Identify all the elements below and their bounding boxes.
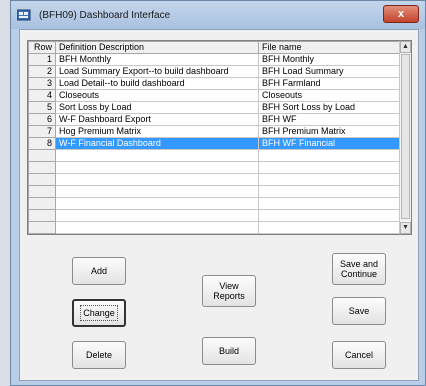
description-cell[interactable]: Load Summary Export--to build dashboard [55, 65, 259, 78]
column-header-row[interactable]: Row [28, 41, 56, 54]
table-row-selected[interactable]: 8 W-F Financial Dashboard BFH WF Financi… [28, 137, 400, 150]
row-number [28, 209, 56, 222]
description-cell[interactable]: W-F Dashboard Export [55, 113, 259, 126]
description-cell[interactable] [55, 197, 259, 210]
row-number: 6 [28, 113, 56, 126]
row-number: 7 [28, 125, 56, 138]
table-row[interactable]: 3 Load Detail--to build dashboard BFH Fa… [28, 77, 400, 90]
empty-table-row[interactable] [28, 173, 400, 186]
close-button[interactable]: x [383, 5, 419, 23]
row-number: 2 [28, 65, 56, 78]
table-row[interactable]: 7 Hog Premium Matrix BFH Premium Matrix [28, 125, 400, 138]
save-and-continue-button[interactable]: Save and Continue [332, 253, 386, 285]
description-cell[interactable]: W-F Financial Dashboard [55, 137, 259, 150]
scroll-down-button[interactable]: ▼ [400, 222, 411, 234]
scroll-up-button[interactable]: ▲ [400, 41, 411, 53]
description-cell[interactable] [55, 221, 259, 234]
scrollbar-thumb[interactable] [401, 54, 410, 219]
column-header-description[interactable]: Definition Description [55, 41, 259, 54]
up-arrow-icon: ▲ [402, 43, 409, 50]
row-number: 4 [28, 89, 56, 102]
file-name-cell[interactable] [258, 149, 400, 162]
vertical-scrollbar[interactable]: ▲ ▼ [399, 41, 411, 234]
row-number [28, 185, 56, 198]
file-name-cell[interactable] [258, 197, 400, 210]
definitions-table: Row Definition Description File name 1 B… [28, 41, 400, 234]
file-name-cell[interactable]: BFH Farmland [258, 77, 400, 90]
file-name-cell[interactable] [258, 161, 400, 174]
table-row[interactable]: 6 W-F Dashboard Export BFH WF [28, 113, 400, 126]
description-cell[interactable]: Hog Premium Matrix [55, 125, 259, 138]
row-number [28, 221, 56, 234]
description-cell[interactable]: BFH Monthly [55, 53, 259, 66]
file-name-cell[interactable] [258, 221, 400, 234]
empty-table-row[interactable] [28, 185, 400, 198]
row-number [28, 161, 56, 174]
save-button[interactable]: Save [332, 297, 386, 325]
description-cell[interactable] [55, 173, 259, 186]
row-number [28, 173, 56, 186]
file-name-cell[interactable] [258, 185, 400, 198]
row-number: 5 [28, 101, 56, 114]
empty-table-row[interactable] [28, 197, 400, 210]
file-name-cell[interactable]: BFH Sort Loss by Load [258, 101, 400, 114]
description-cell[interactable]: Closeouts [55, 89, 259, 102]
definitions-grid[interactable]: Row Definition Description File name 1 B… [27, 40, 412, 235]
build-button[interactable]: Build [202, 337, 256, 365]
description-cell[interactable] [55, 185, 259, 198]
file-name-cell[interactable]: BFH WF [258, 113, 400, 126]
empty-table-row[interactable] [28, 221, 400, 234]
view-reports-button[interactable]: View Reports [202, 275, 256, 307]
description-cell[interactable] [55, 209, 259, 222]
table-row[interactable]: 1 BFH Monthly BFH Monthly [28, 53, 400, 66]
cancel-button[interactable]: Cancel [332, 341, 386, 369]
file-name-cell[interactable]: BFH WF Financial [258, 137, 400, 150]
file-name-cell[interactable]: BFH Premium Matrix [258, 125, 400, 138]
file-name-cell[interactable]: Closeouts [258, 89, 400, 102]
description-cell[interactable]: Load Detail--to build dashboard [55, 77, 259, 90]
file-name-cell[interactable] [258, 209, 400, 222]
file-name-cell[interactable]: BFH Load Summary [258, 65, 400, 78]
row-number [28, 149, 56, 162]
close-icon: x [397, 8, 405, 20]
description-cell[interactable] [55, 161, 259, 174]
row-number: 1 [28, 53, 56, 66]
file-name-cell[interactable]: BFH Monthly [258, 53, 400, 66]
table-row[interactable]: 5 Sort Loss by Load BFH Sort Loss by Loa… [28, 101, 400, 114]
row-number: 8 [28, 137, 56, 150]
window-title: (BFH09) Dashboard Interface [39, 10, 171, 21]
client-area: Row Definition Description File name 1 B… [19, 29, 419, 381]
title-bar[interactable]: (BFH09) Dashboard Interface x [11, 1, 425, 29]
empty-table-row[interactable] [28, 161, 400, 174]
table-row[interactable]: 4 Closeouts Closeouts [28, 89, 400, 102]
down-arrow-icon: ▼ [402, 224, 409, 231]
description-cell[interactable] [55, 149, 259, 162]
row-number [28, 197, 56, 210]
table-row[interactable]: 2 Load Summary Export--to build dashboar… [28, 65, 400, 78]
dashboard-interface-window: (BFH09) Dashboard Interface x Row Defini… [10, 0, 426, 386]
column-header-file-name[interactable]: File name [258, 41, 400, 54]
delete-button[interactable]: Delete [72, 341, 126, 369]
empty-table-row[interactable] [28, 149, 400, 162]
add-button[interactable]: Add [72, 257, 126, 285]
empty-table-row[interactable] [28, 209, 400, 222]
change-button[interactable]: Change [72, 299, 126, 327]
app-icon [17, 9, 31, 21]
file-name-cell[interactable] [258, 173, 400, 186]
description-cell[interactable]: Sort Loss by Load [55, 101, 259, 114]
row-number: 3 [28, 77, 56, 90]
table-header-row: Row Definition Description File name [28, 41, 400, 54]
